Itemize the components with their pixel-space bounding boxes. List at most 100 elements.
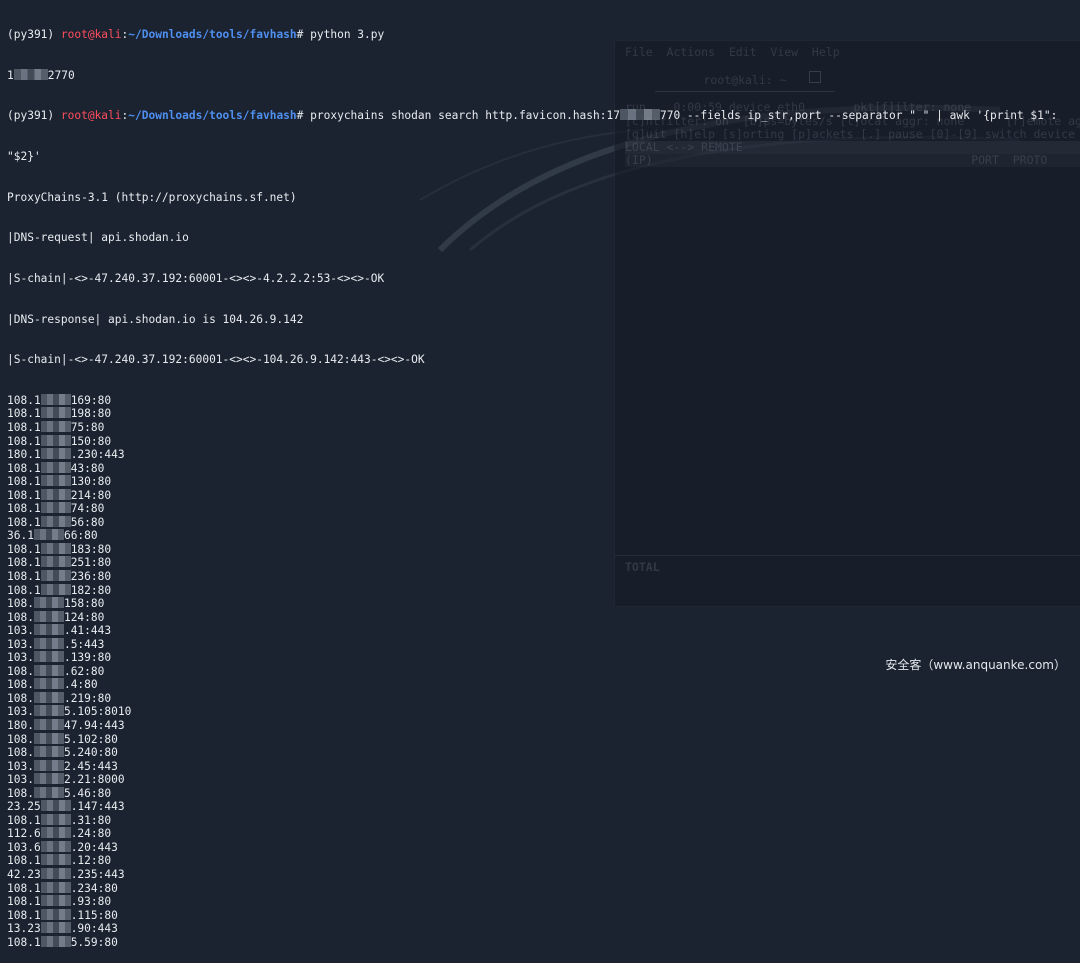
redacted-blur: [40, 922, 71, 934]
redacted-blur: [33, 759, 64, 771]
redacted-blur: [33, 597, 64, 609]
ip-suffix-port: .147:443: [70, 800, 125, 814]
ip-suffix-port: .235:443: [70, 868, 125, 881]
proxychains-dns-response: |DNS-response| api.shodan.io is 104.26.9…: [7, 312, 304, 326]
proxychains-dns-request: |DNS-request| api.shodan.io: [7, 231, 189, 245]
redacted-blur: [33, 718, 64, 730]
list-item: 36.1 66:80: [7, 529, 1077, 543]
ip-suffix-port: .93:80: [70, 895, 112, 909]
prompt-env: (py391): [7, 28, 61, 42]
command-text: 770 --fields ip_str,port --separator " "…: [659, 109, 1058, 123]
prompt-path: ~/Downloads/tools/favhash: [128, 109, 297, 123]
ip-prefix: 108.1: [7, 908, 41, 922]
ip-prefix: 13.23: [7, 922, 41, 936]
list-item: 108.1 .31:80: [7, 813, 1077, 828]
redacted-blur: [33, 773, 64, 785]
ip-suffix-port: 182:80: [70, 583, 112, 597]
redacted-blur: [40, 935, 71, 947]
prompt-user-host: root@kali: [60, 28, 122, 42]
redacted-blur: [40, 881, 71, 893]
ip-prefix: 108.: [7, 597, 34, 611]
list-item: 108.1 74:80: [7, 502, 1077, 516]
ip-suffix-port: 198:80: [70, 407, 112, 421]
ip-prefix: 108.1: [7, 542, 41, 556]
ip-suffix-port: 236:80: [70, 569, 112, 583]
ip-suffix-port: 124:80: [63, 610, 105, 624]
list-item: 108.1 183:80: [7, 542, 1077, 557]
list-item: 42.23 .235:443: [7, 868, 1077, 882]
proxychains-banner: ProxyChains-3.1 (http://proxychains.sf.n…: [7, 190, 297, 204]
ip-prefix: 180.1: [7, 448, 41, 462]
list-item: 108.1 251:80: [7, 556, 1077, 570]
ip-prefix: 36.1: [7, 529, 34, 543]
terminal-output[interactable]: (py391) root@kali:~/Downloads/tools/favh…: [7, 1, 1077, 963]
list-item: 103. 5.105:8010: [7, 705, 1077, 719]
list-item: 108. 124:80: [7, 610, 1077, 625]
ip-suffix-port: .5:443: [63, 637, 105, 651]
command-line: (py391) root@kali:~/Downloads/tools/favh…: [7, 28, 1077, 42]
ip-suffix-port: .20:443: [70, 840, 118, 854]
redacted-blur: [40, 868, 71, 879]
ip-prefix: 103.: [7, 759, 34, 773]
list-item: 108.1 .93:80: [7, 895, 1077, 909]
ip-suffix-port: .234:80: [70, 881, 118, 895]
list-item: 108.1 43:80: [7, 461, 1077, 476]
ip-prefix: 108.1: [7, 407, 41, 421]
list-item: 108.1 5.59:80: [7, 935, 1077, 950]
redacted-blur: [33, 732, 64, 744]
ip-suffix-port: .24:80: [70, 827, 112, 841]
redacted-blur: [40, 475, 71, 487]
proxychains-chain: |S-chain|-<>-47.240.37.192:60001-<><>-4.…: [7, 271, 385, 285]
ip-suffix-port: .41:443: [63, 624, 112, 638]
list-item: 108. 5.240:80: [7, 746, 1077, 760]
ip-prefix: 108.: [7, 786, 34, 800]
redacted-blur: [40, 800, 71, 812]
ip-suffix-port: 75:80: [70, 420, 105, 434]
list-item: 108.1 182:80: [7, 583, 1077, 598]
ip-suffix-port: .4:80: [63, 678, 98, 692]
ip-prefix: 23.25: [7, 800, 41, 814]
ip-suffix-port: .62:80: [63, 664, 105, 678]
list-item: 108.1 .12:80: [7, 854, 1077, 868]
ip-prefix: 108.1: [7, 488, 41, 502]
redacted-blur: [40, 908, 71, 920]
list-item: 103. 2.21:8000: [7, 773, 1077, 787]
ip-prefix: 108.1: [7, 393, 41, 407]
ip-suffix-port: 5.59:80: [70, 935, 118, 949]
redacted-blur: [40, 895, 71, 907]
ip-suffix-port: .31:80: [70, 813, 112, 827]
redacted-blur: [33, 651, 64, 663]
ip-suffix-port: 66:80: [63, 529, 98, 543]
redacted-blur: [33, 746, 64, 758]
ip-prefix: 108.1: [7, 935, 41, 949]
redacted-blur: [40, 569, 71, 581]
ip-suffix-port: 2.45:443: [63, 759, 118, 773]
list-item: 180.1 .230:443: [7, 448, 1077, 462]
ip-prefix: 180.: [7, 718, 34, 732]
redacted-blur: [40, 515, 71, 527]
list-item: 108.1 198:80: [7, 407, 1077, 421]
ip-prefix: 108.: [7, 610, 34, 624]
ip-suffix-port: 2.21:8000: [63, 773, 125, 787]
list-item: 108.1 .234:80: [7, 881, 1077, 896]
command-text: proxychains shodan search http.favicon.h…: [310, 109, 620, 123]
ip-prefix: 108.: [7, 691, 34, 705]
prompt-hash: #: [296, 28, 311, 42]
ip-prefix: 103.: [7, 624, 34, 638]
redacted-blur: [40, 502, 71, 514]
redacted-blur: [33, 624, 64, 636]
redacted-blur: [33, 664, 64, 676]
ip-prefix: 108.1: [7, 583, 41, 597]
redacted-blur: [33, 637, 64, 649]
list-item: 108.1 236:80: [7, 569, 1077, 584]
redacted-blur: [40, 542, 71, 554]
redacted-blur: [40, 434, 71, 446]
ip-prefix: 112.6: [7, 827, 41, 841]
ip-prefix: 108.1: [7, 881, 41, 895]
ip-prefix: 108.: [7, 746, 34, 760]
ip-suffix-port: 130:80: [70, 475, 112, 489]
ip-prefix: 108.1: [7, 854, 41, 868]
redacted-blur: [13, 68, 48, 80]
ip-suffix-port: 43:80: [70, 461, 105, 475]
list-item: 108.1 .115:80: [7, 908, 1077, 923]
